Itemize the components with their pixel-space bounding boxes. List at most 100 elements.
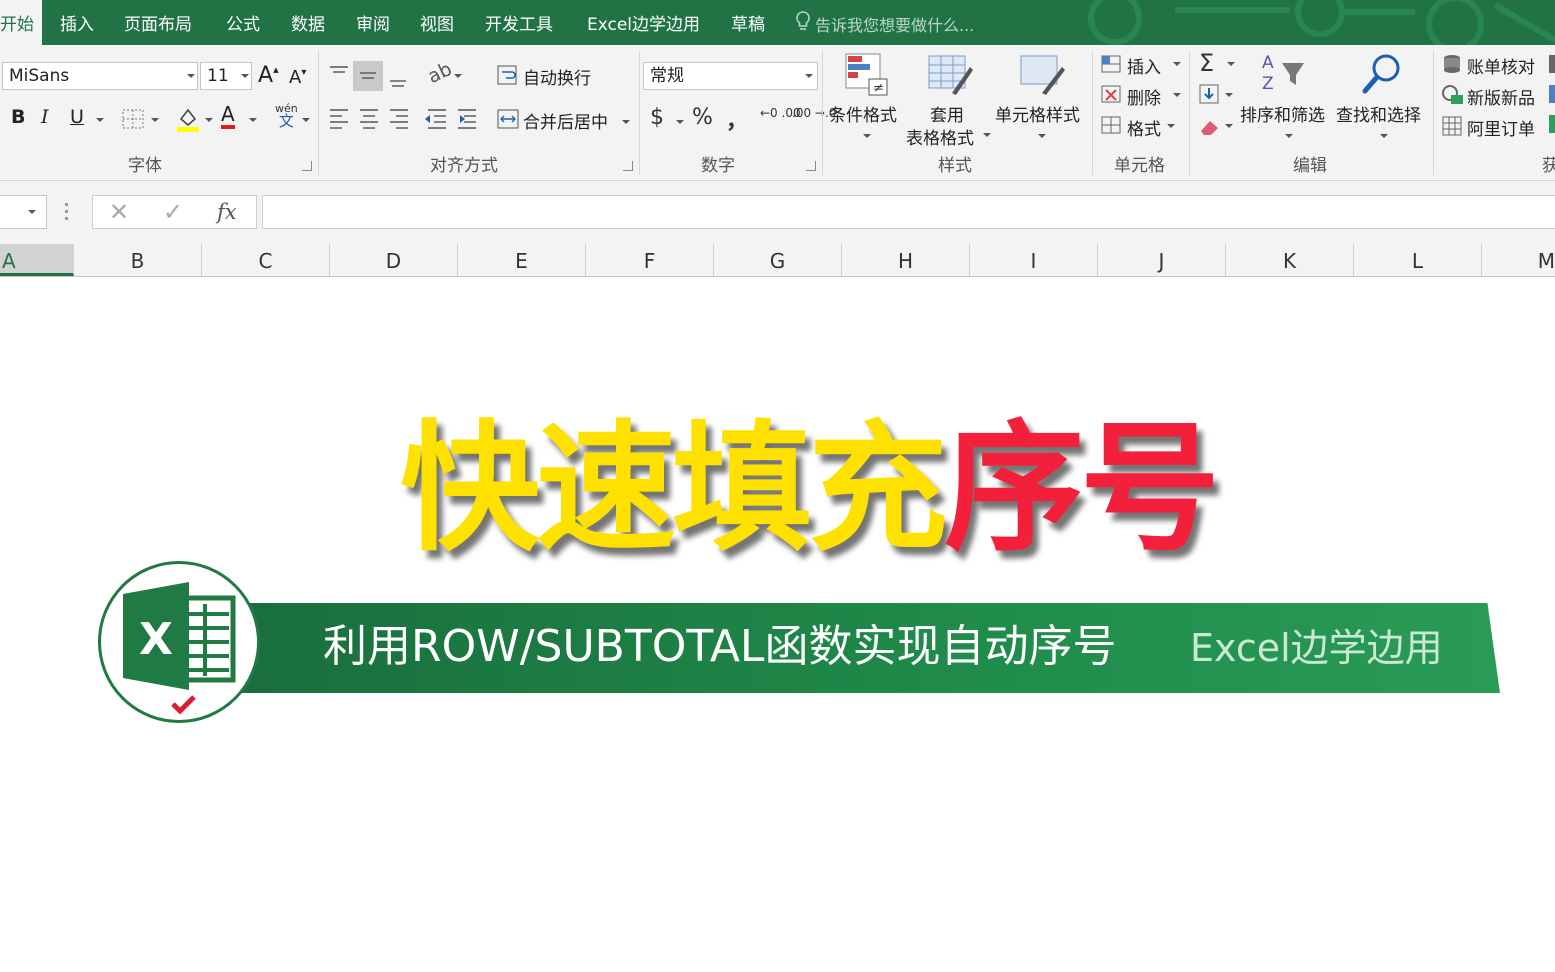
- table-format-line2[interactable]: 表格格式: [906, 124, 974, 149]
- addin-partial-icons: [1549, 55, 1555, 135]
- autosum-icon[interactable]: Σ: [1199, 49, 1214, 77]
- addin-new-product[interactable]: 新版新品: [1467, 84, 1535, 109]
- tab-review[interactable]: 审阅: [356, 0, 390, 45]
- tab-insert[interactable]: 插入: [60, 0, 94, 45]
- column-header-i[interactable]: I: [970, 244, 1098, 276]
- formula-bar-grip-icon[interactable]: [65, 203, 69, 221]
- circuit-decoration-icon: [1088, 0, 1555, 45]
- number-launcher-icon[interactable]: [806, 161, 816, 171]
- subtitle-text: 利用ROW/SUBTOTAL函数实现自动序号: [323, 621, 1117, 672]
- column-header-h[interactable]: H: [842, 244, 970, 276]
- sort-filter-button[interactable]: 排序和筛选: [1240, 101, 1325, 126]
- column-header-d[interactable]: D: [330, 244, 458, 276]
- column-header-c[interactable]: C: [202, 244, 330, 276]
- percent-button[interactable]: %: [692, 105, 713, 130]
- formula-input[interactable]: [262, 195, 1555, 229]
- table-format-dropdown-icon: [983, 133, 991, 137]
- orientation-dropdown-icon: [454, 74, 462, 78]
- font-launcher-icon[interactable]: [302, 161, 312, 171]
- underline-icon[interactable]: U: [70, 106, 84, 128]
- find-select-button[interactable]: 查找和选择: [1336, 101, 1421, 126]
- find-dropdown-icon: [1380, 134, 1388, 138]
- delete-cells-button[interactable]: 删除: [1127, 84, 1161, 109]
- autosum-dropdown-icon: [1227, 62, 1235, 66]
- column-header-g[interactable]: G: [714, 244, 842, 276]
- font-color-dropdown-icon: [249, 118, 257, 122]
- sort-filter-icon: A Z: [1262, 53, 1304, 94]
- column-header-a[interactable]: A: [0, 244, 74, 276]
- name-box-dropdown-icon: [28, 210, 36, 214]
- insert-cells-button[interactable]: 插入: [1127, 53, 1161, 78]
- addin-bill-check[interactable]: 账单核对: [1467, 53, 1535, 78]
- column-header-e[interactable]: E: [458, 244, 586, 276]
- fill-down-icon[interactable]: [1198, 83, 1222, 107]
- format-dropdown-icon: [1167, 124, 1175, 128]
- font-color-icon[interactable]: A: [221, 103, 235, 129]
- column-header-b[interactable]: B: [74, 244, 202, 276]
- format-cells-button[interactable]: 格式: [1127, 115, 1161, 140]
- border-icon[interactable]: [121, 108, 145, 130]
- enter-icon[interactable]: ✓: [163, 198, 183, 226]
- column-header-j[interactable]: J: [1098, 244, 1226, 276]
- table-format-line1[interactable]: 套用: [930, 101, 964, 126]
- merge-dropdown-icon: [622, 120, 630, 124]
- increase-font-icon[interactable]: A▴: [258, 63, 279, 88]
- group-label-cells: 单元格: [1114, 156, 1165, 176]
- separator: [822, 51, 823, 175]
- tab-formulas[interactable]: 公式: [226, 0, 260, 45]
- increase-decimal-button[interactable]: ←0 .00: [760, 107, 801, 119]
- cell-styles-button[interactable]: 单元格样式: [995, 101, 1080, 126]
- orientation-icon[interactable]: ab: [424, 58, 455, 88]
- vertical-align-icons[interactable]: [328, 61, 408, 91]
- tab-developer[interactable]: 开发工具: [485, 0, 553, 45]
- name-box[interactable]: [0, 195, 47, 229]
- separator: [318, 51, 319, 175]
- bill-check-icon: [1444, 55, 1460, 73]
- tab-page-layout[interactable]: 页面布局: [124, 0, 192, 45]
- separator: [1189, 51, 1190, 175]
- tab-home[interactable]: 开始: [0, 0, 42, 45]
- formula-buttons: ✕ ✓ fx: [92, 195, 257, 229]
- decrease-font-icon[interactable]: A▾: [289, 67, 306, 88]
- bold-icon[interactable]: B: [11, 106, 25, 128]
- group-label-styles: 样式: [938, 156, 972, 176]
- brand-text: Excel边学边用: [1190, 626, 1443, 670]
- merge-center-button[interactable]: 合并后居中: [523, 108, 608, 133]
- tab-draft[interactable]: 草稿: [731, 0, 765, 45]
- column-header-m[interactable]: M: [1482, 244, 1555, 276]
- group-label-font: 字体: [128, 156, 162, 176]
- cancel-icon[interactable]: ✕: [109, 198, 129, 226]
- currency-button[interactable]: $: [650, 105, 664, 130]
- sort-dropdown-icon: [1285, 134, 1293, 138]
- excel-icon: X: [123, 582, 236, 715]
- insert-dropdown-icon: [1173, 62, 1181, 66]
- fill-color-icon[interactable]: [175, 105, 201, 133]
- comma-button[interactable]: ，: [726, 103, 748, 135]
- find-select-icon: [1362, 54, 1400, 94]
- currency-dropdown-icon: [676, 120, 684, 124]
- tell-me-search[interactable]: 告诉我您想要做什么...: [795, 0, 974, 45]
- decrease-decimal-button[interactable]: .00 →.0: [792, 107, 836, 119]
- horizontal-align-icons[interactable]: [328, 107, 478, 131]
- column-header-l[interactable]: L: [1354, 244, 1482, 276]
- conditional-format-button[interactable]: 条件格式: [829, 101, 897, 126]
- tab-data[interactable]: 数据: [291, 0, 325, 45]
- clear-icon[interactable]: [1198, 115, 1222, 137]
- phonetic-icon[interactable]: wén 文: [275, 103, 298, 129]
- font-name-select[interactable]: MiSans: [2, 62, 198, 90]
- column-header-k[interactable]: K: [1226, 244, 1354, 276]
- underline-dropdown-icon: [96, 118, 104, 122]
- italic-icon[interactable]: I: [41, 106, 49, 128]
- column-header-f[interactable]: F: [586, 244, 714, 276]
- wrap-text-button[interactable]: 自动换行: [523, 64, 591, 89]
- addin-ali-order[interactable]: 阿里订单: [1467, 115, 1535, 140]
- insert-function-button[interactable]: fx: [217, 200, 237, 224]
- merge-center-icon: [497, 109, 519, 129]
- tab-excel-addin[interactable]: Excel边学边用: [587, 0, 700, 45]
- tab-view[interactable]: 视图: [420, 0, 454, 45]
- font-dropdown-icon: [187, 74, 195, 78]
- number-format-select[interactable]: 常规: [643, 62, 818, 90]
- cell-styles-icon: [1020, 55, 1065, 95]
- alignment-launcher-icon[interactable]: [623, 161, 633, 171]
- headline-yellow: 快速填充: [400, 408, 948, 571]
